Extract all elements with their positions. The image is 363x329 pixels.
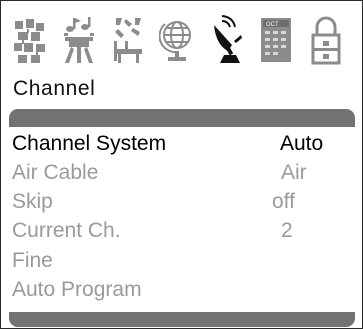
menu-item-value: off (272, 190, 295, 213)
menu-item-fine[interactable]: Fine (12, 250, 352, 276)
menu-bottom-band (9, 312, 355, 327)
menu-item-value: Auto (280, 132, 324, 155)
picture-icon[interactable] (12, 15, 48, 67)
language-globe-icon[interactable] (159, 15, 195, 67)
menu-item-value: 2 (281, 219, 293, 242)
sound-icon[interactable] (61, 15, 97, 67)
menu-top-band (9, 109, 355, 127)
menu-item-label: Channel System (12, 132, 167, 155)
menu-item-label: Fine (12, 249, 53, 272)
menu-item-skip[interactable]: Skip off (12, 191, 352, 217)
menu-icon-bar: OCT (12, 15, 357, 67)
section-title: Channel (13, 77, 96, 100)
time-icon[interactable]: OCT (258, 15, 294, 67)
osd-menu-window: OCT Channel Channel System Auto Air Cabl… (0, 0, 363, 329)
menu-item-label: Auto Program (12, 278, 142, 301)
menu-item-auto-program[interactable]: Auto Program (12, 279, 352, 305)
menu-item-current-ch[interactable]: Current Ch. 2 (12, 220, 352, 246)
time-icon-text: OCT (266, 22, 279, 28)
menu-item-label: Skip (12, 190, 53, 213)
function-icon[interactable] (110, 15, 146, 67)
menu-item-air-cable[interactable]: Air Cable Air (12, 162, 352, 188)
channel-satellite-icon[interactable] (208, 15, 244, 67)
menu-item-value: Air (281, 161, 307, 184)
lock-icon[interactable] (308, 15, 344, 67)
menu-item-label: Air Cable (12, 161, 99, 184)
menu-item-channel-system[interactable]: Channel System Auto (12, 133, 352, 159)
menu-item-label: Current Ch. (12, 219, 121, 242)
